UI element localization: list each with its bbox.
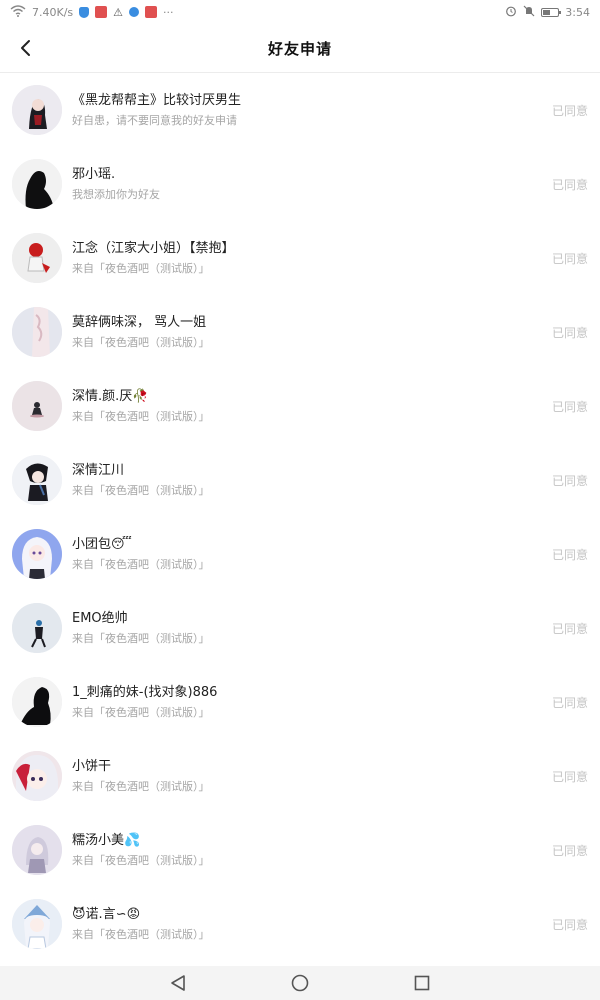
friend-request-row[interactable]: 《黑龙帮帮主》比较讨厌男生 好自患，请不要同意我的好友申请 已同意 xyxy=(0,73,600,147)
friend-request-row[interactable]: 深情.颜.厌🥀 来自「夜色酒吧（测试版）」 已同意 xyxy=(0,369,600,443)
requester-name: 😈诺.言∽😡 xyxy=(72,907,141,922)
avatar[interactable] xyxy=(12,233,62,283)
alarm-icon xyxy=(505,5,517,20)
requester-name: 深情.颜.厌🥀 xyxy=(72,389,149,404)
avatar[interactable] xyxy=(12,899,62,949)
nav-home-button[interactable] xyxy=(289,972,311,994)
request-status: 已同意 xyxy=(551,917,588,932)
avatar[interactable] xyxy=(12,159,62,209)
request-status: 已同意 xyxy=(551,103,588,118)
network-speed: 7.40K/s xyxy=(32,5,74,19)
requester-name: 糯汤小美💦 xyxy=(72,833,141,848)
page-title: 好友申请 xyxy=(267,39,332,58)
friend-request-row[interactable]: 1_刺痛的妹-(找对象)886 来自「夜色酒吧（测试版）」 已同意 xyxy=(0,665,600,739)
app-notification-icon-2 xyxy=(145,6,158,18)
status-bar-right: 3:54 xyxy=(505,5,590,20)
friend-request-row[interactable]: 😈诺.言∽😡 来自「夜色酒吧（测试版）」 已同意 xyxy=(0,887,600,961)
avatar[interactable] xyxy=(12,603,62,653)
request-status: 已同意 xyxy=(551,399,588,414)
friend-request-row[interactable]: 江念（江家大小姐）【禁抱】 来自「夜色酒吧（测试版）」 已同意 xyxy=(0,221,600,295)
mute-icon xyxy=(523,5,535,20)
friend-request-row[interactable]: 小饼干 来自「夜色酒吧（测试版）」 已同意 xyxy=(0,739,600,813)
avatar[interactable] xyxy=(12,381,62,431)
requester-name: 深情江川 xyxy=(72,463,125,478)
request-status: 已同意 xyxy=(551,177,588,192)
requester-name: 小饼干 xyxy=(72,759,112,774)
nav-back-button[interactable] xyxy=(167,972,189,994)
requester-name: 邪小瑶. xyxy=(72,167,116,182)
request-status: 已同意 xyxy=(551,325,588,340)
chevron-left-icon xyxy=(21,40,30,56)
battery-icon xyxy=(541,7,562,17)
request-status: 已同意 xyxy=(551,695,588,710)
nav-recents-button[interactable] xyxy=(411,972,433,994)
request-status: 已同意 xyxy=(551,843,588,858)
clock-time: 3:54 xyxy=(565,5,590,19)
friend-request-row[interactable]: 糯汤小美💦 来自「夜色酒吧（测试版）」 已同意 xyxy=(0,813,600,887)
request-message: 来自「夜色酒吧（测试版）」 xyxy=(72,632,210,645)
browser-app-icon xyxy=(129,7,140,17)
requester-name: 江念（江家大小姐）【禁抱】 xyxy=(72,241,235,256)
friend-request-row[interactable]: 深情江川 来自「夜色酒吧（测试版）」 已同意 xyxy=(0,443,600,517)
avatar[interactable] xyxy=(12,455,62,505)
avatar[interactable] xyxy=(12,751,62,801)
status-bar: 7.40K/s ⚠ ··· 3:54 xyxy=(0,0,600,24)
circle-home-icon xyxy=(291,974,309,992)
request-message: 来自「夜色酒吧（测试版）」 xyxy=(72,780,210,793)
request-status: 已同意 xyxy=(551,251,588,266)
warning-icon: ⚠ xyxy=(113,5,124,19)
back-button[interactable] xyxy=(12,34,40,62)
request-status: 已同意 xyxy=(551,547,588,562)
avatar[interactable] xyxy=(12,85,62,135)
requester-name: 《黑龙帮帮主》比较讨厌男生 xyxy=(72,93,242,108)
request-status: 已同意 xyxy=(551,621,588,636)
friend-request-row[interactable]: EMO绝帅 来自「夜色酒吧（测试版）」 已同意 xyxy=(0,591,600,665)
request-message: 来自「夜色酒吧（测试版）」 xyxy=(72,410,210,423)
avatar[interactable] xyxy=(12,529,62,579)
requester-name: EMO绝帅 xyxy=(72,611,128,626)
friend-request-list: 《黑龙帮帮主》比较讨厌男生 好自患，请不要同意我的好友申请 已同意 邪小瑶. 我… xyxy=(0,73,600,961)
avatar[interactable] xyxy=(12,677,62,727)
avatar[interactable] xyxy=(12,825,62,875)
request-message: 来自「夜色酒吧（测试版）」 xyxy=(72,484,210,497)
system-navigation-bar xyxy=(0,966,600,1000)
request-message: 来自「夜色酒吧（测试版）」 xyxy=(72,706,210,719)
request-message: 来自「夜色酒吧（测试版）」 xyxy=(72,558,210,571)
shield-app-icon xyxy=(79,6,90,18)
request-status: 已同意 xyxy=(551,769,588,784)
request-status: 已同意 xyxy=(551,473,588,488)
request-message: 来自「夜色酒吧（测试版）」 xyxy=(72,336,210,349)
header: 好友申请 xyxy=(0,24,600,73)
request-message: 来自「夜色酒吧（测试版）」 xyxy=(72,928,210,941)
request-message: 好自患，请不要同意我的好友申请 xyxy=(72,114,237,127)
request-message: 来自「夜色酒吧（测试版）」 xyxy=(72,262,210,275)
requester-name: 莫辞俩味深， 骂人一姐 xyxy=(72,315,207,330)
requester-name: 小团包😴 xyxy=(72,537,132,552)
wifi-icon xyxy=(10,4,26,20)
requester-name: 1_刺痛的妹-(找对象)886 xyxy=(72,685,218,700)
friend-request-row[interactable]: 邪小瑶. 我想添加你为好友 已同意 xyxy=(0,147,600,221)
avatar[interactable] xyxy=(12,307,62,357)
triangle-back-icon xyxy=(171,975,185,991)
status-bar-left: 7.40K/s ⚠ ··· xyxy=(10,4,174,20)
request-message: 我想添加你为好友 xyxy=(72,188,160,201)
square-recents-icon xyxy=(414,975,430,991)
request-message: 来自「夜色酒吧（测试版）」 xyxy=(72,854,210,867)
app-notification-icon xyxy=(95,6,108,18)
friend-request-row[interactable]: 莫辞俩味深， 骂人一姐 来自「夜色酒吧（测试版）」 已同意 xyxy=(0,295,600,369)
friend-request-row[interactable]: 小团包😴 来自「夜色酒吧（测试版）」 已同意 xyxy=(0,517,600,591)
more-notifications-icon: ··· xyxy=(163,5,174,19)
